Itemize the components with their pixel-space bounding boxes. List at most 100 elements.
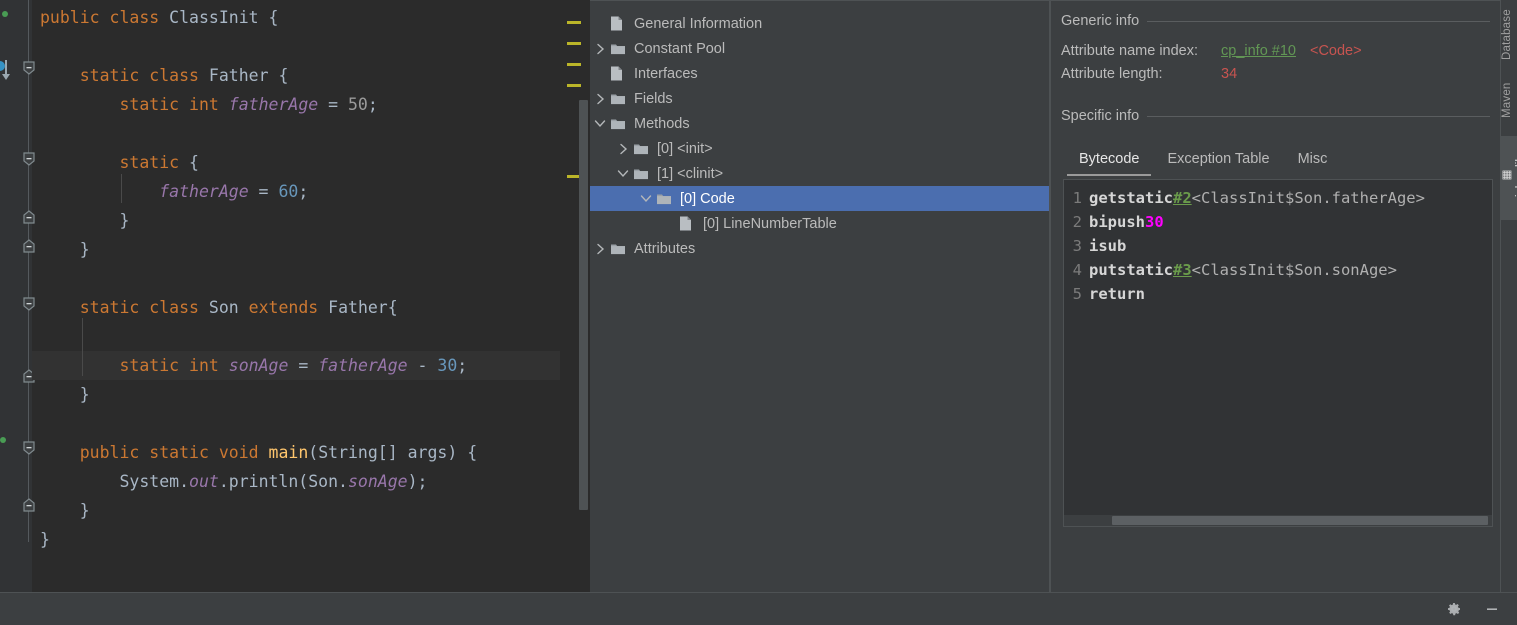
- code-token: 50: [348, 95, 368, 114]
- code-token: sonAge: [228, 356, 289, 375]
- code-token: =: [318, 95, 348, 114]
- cp-info-link[interactable]: cp_info #10: [1221, 43, 1296, 59]
- gutter-run-marker-2-icon[interactable]: [0, 437, 6, 443]
- folder-icon: [633, 167, 651, 181]
- specific-info-title: Specific info: [1061, 108, 1140, 124]
- code-line[interactable]: fatherAge = 60;: [32, 177, 590, 206]
- tree-node[interactable]: Interfaces: [590, 61, 1050, 86]
- attribute-name-index-row: Attribute name index: cp_info #10 <Code>: [1061, 43, 1490, 59]
- tab-misc[interactable]: Misc: [1286, 146, 1340, 176]
- code-token: class: [149, 66, 209, 85]
- code-line[interactable]: [32, 409, 590, 438]
- bytecode-horizontal-scrollbar[interactable]: [1064, 515, 1492, 526]
- bytecode-constant-pool-ref[interactable]: #2: [1173, 186, 1192, 210]
- bytecode-line-number: 2: [1072, 213, 1082, 231]
- code-line[interactable]: [32, 119, 590, 148]
- editor-gutter[interactable]: [0, 0, 35, 592]
- code-line[interactable]: }: [32, 525, 590, 554]
- code-line[interactable]: public static void main(String[] args) {: [32, 438, 590, 467]
- code-line[interactable]: static class Son extends Father{: [32, 293, 590, 322]
- tab-exception-table[interactable]: Exception Table: [1155, 146, 1281, 176]
- bytecode-line-number: 1: [1072, 189, 1082, 207]
- bytecode-line[interactable]: 3 isub: [1066, 234, 1492, 258]
- chevron-down-icon[interactable]: [615, 166, 631, 182]
- chevron-down-icon[interactable]: [638, 191, 654, 207]
- chevron-right-icon[interactable]: [592, 241, 608, 257]
- tree-node[interactable]: [1] <clinit>: [590, 161, 1050, 186]
- tree-node[interactable]: Constant Pool: [590, 36, 1050, 61]
- code-token: -: [407, 356, 438, 375]
- chevron-right-icon[interactable]: [615, 141, 631, 157]
- code-token: Father: [328, 298, 388, 317]
- editor-marker-bar[interactable]: [560, 0, 590, 592]
- bytecode-line-number: 5: [1072, 285, 1082, 303]
- tree-node[interactable]: [0] LineNumberTable: [590, 211, 1050, 236]
- code-line[interactable]: static {: [32, 148, 590, 177]
- tree-arrow-placeholder: [592, 66, 608, 82]
- tree-node-label: Interfaces: [634, 65, 698, 82]
- code-line[interactable]: [32, 32, 590, 61]
- gutter-run-marker-icon[interactable]: [2, 11, 8, 17]
- warning-marker[interactable]: [567, 21, 581, 24]
- run-method-gutter-icon[interactable]: [0, 58, 14, 82]
- code-token: Father: [208, 66, 279, 85]
- code-editor[interactable]: public class ClassInit { static class Fa…: [0, 0, 590, 592]
- code-token: );: [407, 472, 428, 491]
- bytecode-line[interactable]: 1 getstatic #2 <ClassInit$Son.fatherAge>: [1066, 186, 1492, 210]
- bytecode-line[interactable]: 4 putstatic #3 <ClassInit$Son.sonAge>: [1066, 258, 1492, 282]
- tab-bytecode[interactable]: Bytecode: [1067, 146, 1152, 176]
- tree-node-label: Attributes: [634, 240, 696, 257]
- bytecode-line[interactable]: 5 return: [1066, 282, 1492, 306]
- generic-info-header: Generic info: [1061, 13, 1490, 29]
- tree-node[interactable]: Methods: [590, 111, 1050, 136]
- code-line[interactable]: }: [32, 496, 590, 525]
- code-line[interactable]: }: [32, 380, 590, 409]
- code-token: }: [40, 385, 90, 404]
- code-line[interactable]: static class Father {: [32, 61, 590, 90]
- bytecode-constant-pool-ref[interactable]: #3: [1173, 258, 1192, 282]
- minimize-icon[interactable]: [1483, 600, 1501, 618]
- bytecode-scrollbar-thumb[interactable]: [1112, 516, 1488, 525]
- editor-vertical-scrollbar[interactable]: [579, 100, 588, 510]
- chevron-down-icon[interactable]: [592, 116, 608, 132]
- code-line[interactable]: static int fatherAge = 50;: [32, 90, 590, 119]
- code-token: ClassInit: [169, 8, 269, 27]
- code-token: }: [40, 501, 90, 520]
- tool-window-tab-database[interactable]: Database: [1501, 4, 1517, 66]
- tool-window-tab-jclasslib[interactable]: ▦ jclasslib: [1501, 136, 1517, 220]
- tree-node[interactable]: [0] <init>: [590, 136, 1050, 161]
- chevron-right-icon[interactable]: [592, 91, 608, 107]
- code-line[interactable]: static int sonAge = fatherAge - 30;: [32, 351, 590, 380]
- detail-tabs[interactable]: Bytecode Exception Table Misc: [1061, 146, 1490, 176]
- tree-arrow-placeholder: [592, 16, 608, 32]
- code-line[interactable]: }: [32, 235, 590, 264]
- gear-icon[interactable]: [1445, 600, 1463, 618]
- tree-node[interactable]: Fields: [590, 86, 1050, 111]
- bytecode-view[interactable]: 1 getstatic #2 <ClassInit$Son.fatherAge> 2…: [1063, 179, 1493, 527]
- bytecode-line[interactable]: 2 bipush 30: [1066, 210, 1492, 234]
- tool-window-tab-maven[interactable]: Maven: [1501, 72, 1517, 128]
- status-bar: [0, 592, 1517, 625]
- code-line[interactable]: [32, 322, 590, 351]
- code-line[interactable]: }: [32, 206, 590, 235]
- chevron-right-icon[interactable]: [592, 41, 608, 57]
- warning-marker[interactable]: [567, 84, 581, 87]
- code-token: int: [189, 356, 229, 375]
- folder-icon: [610, 42, 628, 56]
- tree-node[interactable]: Attributes: [590, 236, 1050, 261]
- code-line[interactable]: [32, 264, 590, 293]
- tree-node-selected[interactable]: [0] Code: [590, 186, 1050, 211]
- code-line[interactable]: System.out.println(Son.sonAge);: [32, 467, 590, 496]
- code-line[interactable]: public class ClassInit {: [32, 3, 590, 32]
- code-text[interactable]: public class ClassInit { static class Fa…: [32, 0, 590, 554]
- right-tool-window-bar[interactable]: Database Maven ▦ jclasslib: [1500, 0, 1517, 592]
- warning-marker[interactable]: [567, 42, 581, 45]
- code-token: static: [119, 356, 190, 375]
- code-token: {: [278, 66, 289, 85]
- classfile-tree-panel[interactable]: General Information Constant Pool Interfac…: [590, 0, 1050, 592]
- code-token: fatherAge: [318, 356, 408, 375]
- warning-marker[interactable]: [567, 63, 581, 66]
- tree-node[interactable]: General Information: [590, 11, 1050, 36]
